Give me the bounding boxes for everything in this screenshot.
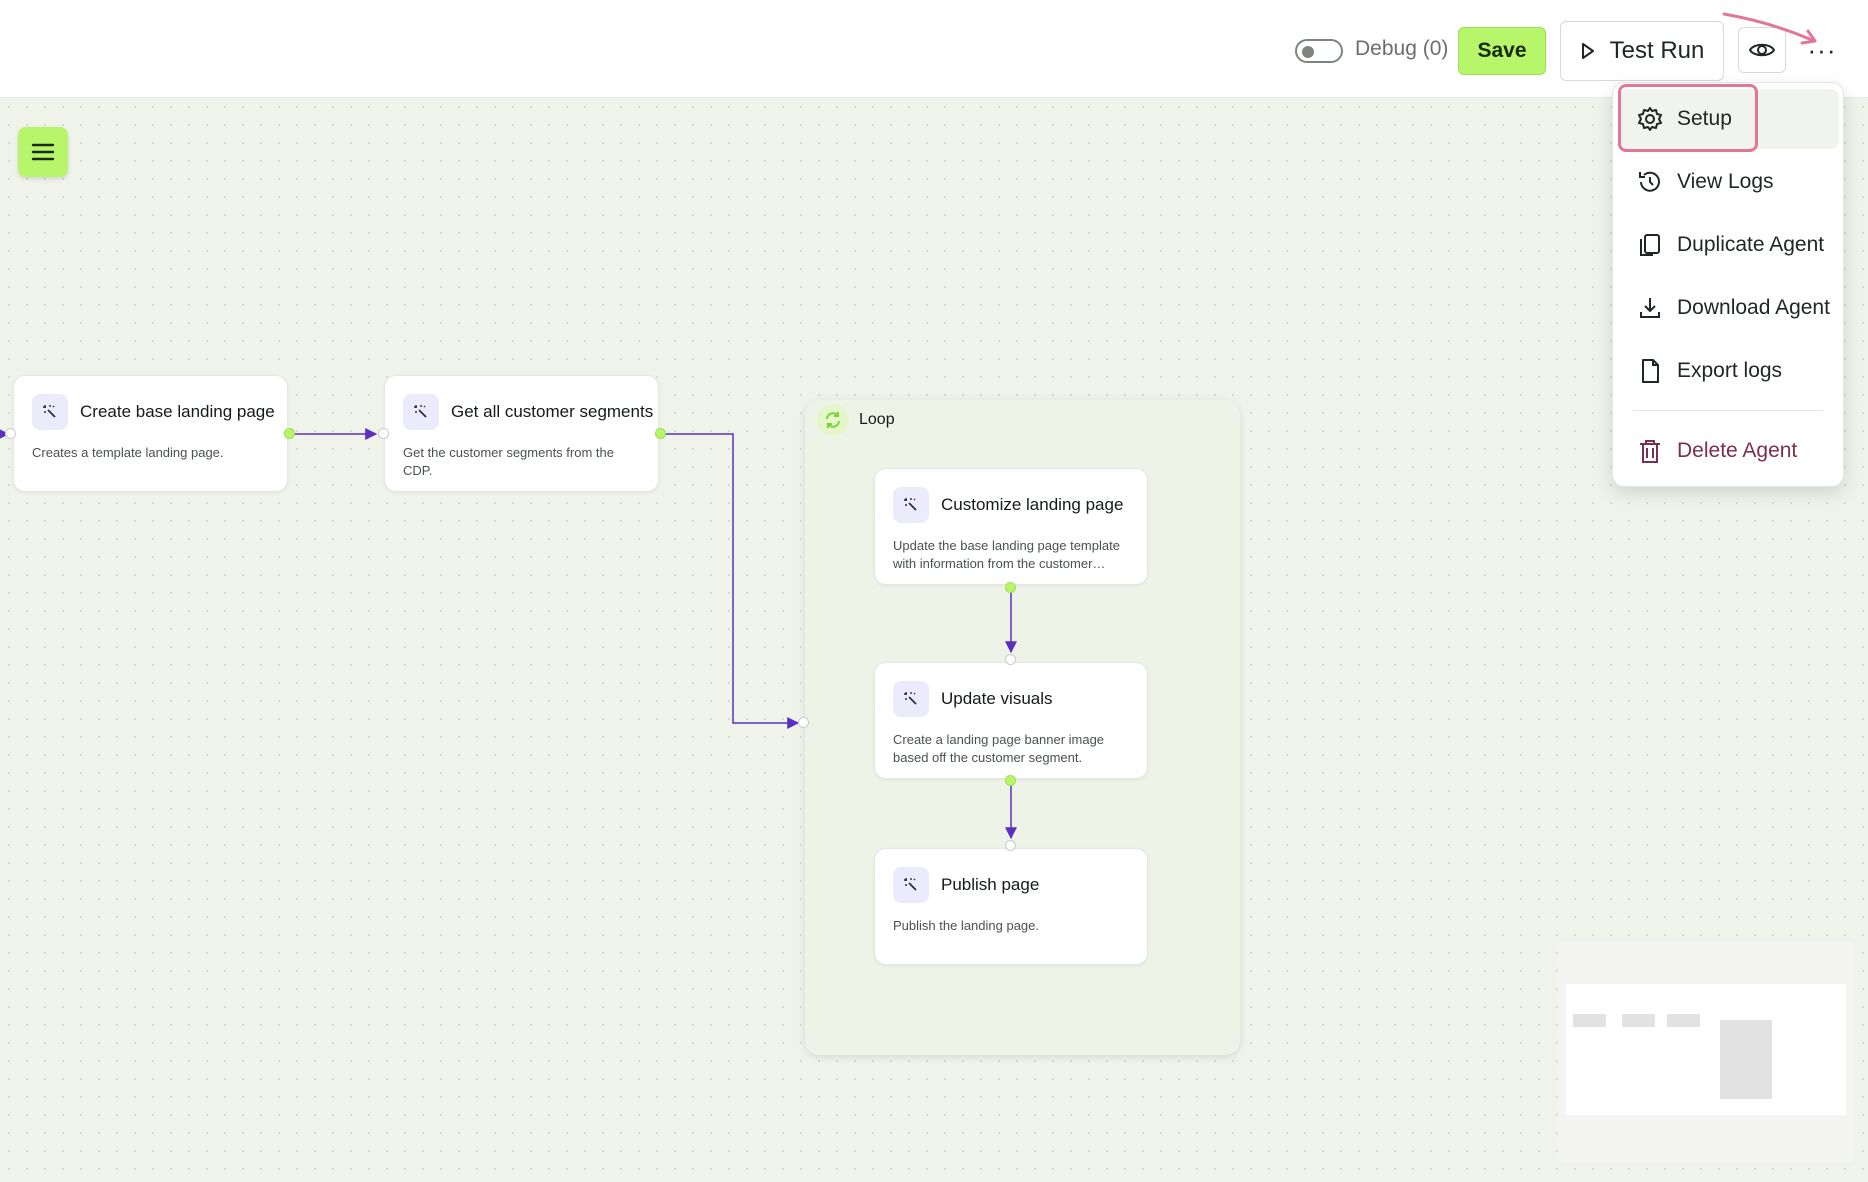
magic-wand-icon xyxy=(893,487,929,523)
gear-icon xyxy=(1638,107,1662,131)
download-icon xyxy=(1640,298,1660,318)
node-description: Creates a template landing page. xyxy=(32,445,224,460)
node-description: Create a landing page banner image based… xyxy=(893,732,1105,765)
input-port[interactable] xyxy=(5,428,16,439)
play-icon xyxy=(1581,43,1594,59)
magic-wand-icon xyxy=(32,394,68,430)
minimap[interactable] xyxy=(1558,941,1854,1163)
save-button[interactable]: Save xyxy=(1458,27,1546,75)
loop-header: Loop xyxy=(817,404,895,436)
menu-toggle-button[interactable] xyxy=(18,127,68,177)
menu-item-label: Download Agent xyxy=(1677,296,1830,319)
node-get-all-customer-segments[interactable]: Get all customer segments Get the custom… xyxy=(384,375,659,492)
node-publish-page[interactable]: Publish page Publish the landing page. xyxy=(874,848,1148,965)
debug-toggle[interactable] xyxy=(1295,39,1343,63)
minimap-node xyxy=(1622,1014,1655,1027)
menu-item-label: Delete Agent xyxy=(1677,439,1798,462)
menu-item-delete-agent[interactable]: Delete Agent xyxy=(1619,421,1839,481)
copy-icon xyxy=(1640,234,1660,256)
node-title: Update visuals xyxy=(941,689,1053,708)
loop-input-port[interactable] xyxy=(798,717,809,728)
top-toolbar: Debug (0) Save Test Run ··· xyxy=(0,0,1868,98)
node-description: Publish the landing page. xyxy=(893,918,1040,933)
minimap-viewport[interactable] xyxy=(1566,984,1846,1115)
output-port[interactable] xyxy=(655,428,666,439)
hamburger-icon xyxy=(31,143,55,161)
menu-item-label: Export logs xyxy=(1677,359,1783,382)
node-description: Get the customer segments from the CDP. xyxy=(403,445,614,478)
input-port[interactable] xyxy=(1005,654,1016,665)
output-port[interactable] xyxy=(284,428,295,439)
input-port[interactable] xyxy=(1005,840,1016,851)
toggle-knob xyxy=(1302,46,1314,58)
menu-divider xyxy=(1633,410,1823,411)
minimap-node xyxy=(1720,1020,1772,1099)
trash-icon xyxy=(1640,440,1660,463)
magic-wand-icon xyxy=(403,394,439,430)
node-customize-landing-page[interactable]: Customize landing page Update the base l… xyxy=(874,468,1148,585)
menu-item-view-logs[interactable]: View Logs xyxy=(1619,152,1839,212)
output-port[interactable] xyxy=(1005,582,1016,593)
magic-wand-icon xyxy=(893,867,929,903)
menu-item-download-agent[interactable]: Download Agent xyxy=(1619,278,1839,338)
node-title: Get all customer segments xyxy=(451,402,654,421)
node-create-base-landing-page[interactable]: Create base landing page Creates a templ… xyxy=(13,375,288,492)
node-update-visuals[interactable]: Update visuals Create a landing page ban… xyxy=(874,662,1148,779)
menu-item-export-logs[interactable]: Export logs xyxy=(1619,341,1839,401)
output-port[interactable] xyxy=(1005,775,1016,786)
menu-item-setup[interactable]: Setup xyxy=(1619,89,1839,149)
menu-item-label: Duplicate Agent xyxy=(1677,233,1825,256)
history-icon xyxy=(1639,171,1660,192)
annotation-arrow-icon xyxy=(1722,12,1817,45)
test-run-button[interactable]: Test Run xyxy=(1560,21,1724,81)
node-description: Update the base landing page template wi… xyxy=(893,538,1120,571)
minimap-node xyxy=(1573,1014,1606,1027)
options-dropdown-menu: Setup View Logs Duplicate Agent Download… xyxy=(1612,82,1844,487)
magic-wand-icon xyxy=(893,681,929,717)
input-port[interactable] xyxy=(378,428,389,439)
menu-item-label: Setup xyxy=(1677,107,1732,130)
loop-label: Loop xyxy=(859,411,895,428)
test-run-label: Test Run xyxy=(1609,37,1705,64)
menu-item-label: View Logs xyxy=(1677,170,1774,193)
debug-label: Debug (0) xyxy=(1355,37,1449,60)
minimap-node xyxy=(1667,1014,1700,1027)
node-title: Publish page xyxy=(941,875,1040,894)
menu-item-duplicate-agent[interactable]: Duplicate Agent xyxy=(1619,215,1839,275)
loop-icon xyxy=(817,404,849,436)
file-icon xyxy=(1642,359,1659,383)
node-title: Create base landing page xyxy=(80,402,275,421)
node-title: Customize landing page xyxy=(941,495,1124,514)
